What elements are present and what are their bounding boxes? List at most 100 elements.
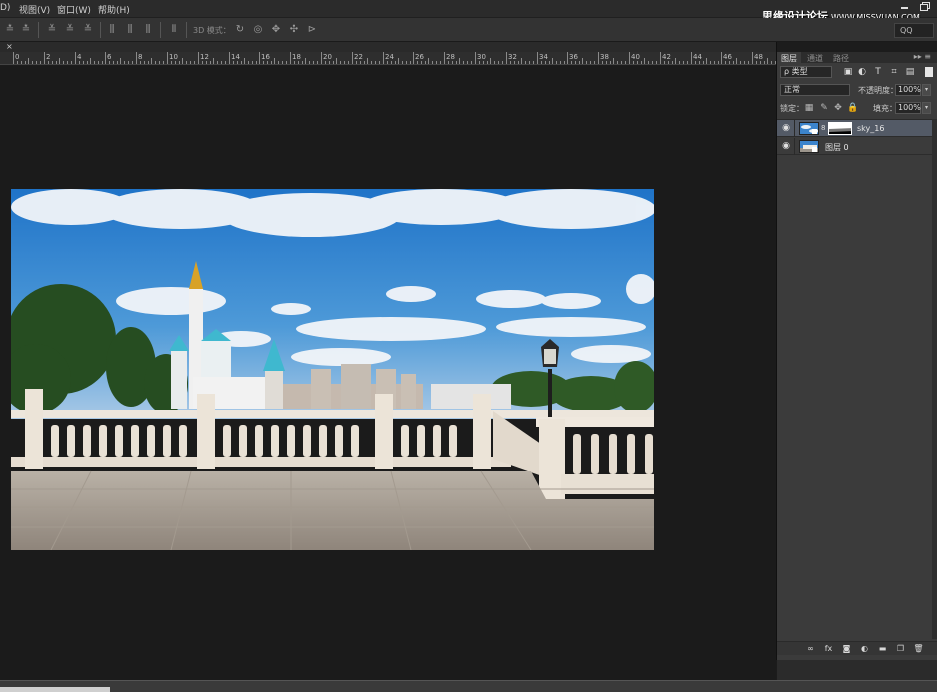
fx-icon[interactable]: fx [823,644,834,654]
ruler-minor-tick [213,58,214,64]
canvas-area[interactable] [0,66,776,680]
lock-move-icon[interactable]: ✥ [833,103,843,113]
layer-separator [794,138,795,155]
tab-layers[interactable]: 图层 [777,52,801,63]
qq-field[interactable]: QQ [894,23,934,38]
ruler-tick [752,52,753,64]
ruler-minor-tick [613,58,614,64]
filter-type-select[interactable]: ρ 类型 [780,66,832,78]
3d-drag-icon[interactable]: ✥ [270,24,282,36]
add-mask-icon[interactable]: ◙ [841,644,852,654]
menu-item-window[interactable]: 窗口(W) [57,3,91,16]
blend-mode-select[interactable]: 正常 [780,84,850,96]
ruler-minor-tick [502,61,503,64]
eye-icon[interactable]: ◉ [781,142,791,151]
folder-icon[interactable]: ▬ [877,644,888,654]
layer-row-layer0[interactable]: ◉ 图层 0 [777,138,932,155]
ruler-minor-tick [40,61,41,64]
ruler-tick [413,52,414,64]
tab-channels[interactable]: 通道 [803,52,827,63]
3d-mode-label: 3D 模式： [193,26,231,35]
opacity-dropdown-icon[interactable]: ▾ [922,84,931,96]
distribute-vcenter-icon[interactable]: ≚ [64,24,76,36]
ruler-tick [75,52,76,64]
link-layers-icon[interactable]: ∞ [805,644,816,654]
opacity-input[interactable]: 100% [895,84,921,96]
3d-slide-icon[interactable]: ✣ [288,24,300,36]
ruler-minor-tick [767,58,768,64]
type-filter-icon[interactable]: T [873,67,883,77]
panel-menu-icon[interactable]: ▸▸ ≡ [914,52,931,61]
eye-icon[interactable]: ◉ [781,124,791,133]
ruler-minor-tick [706,58,707,64]
menu-item-view[interactable]: 视图(V) [19,3,50,16]
restore-icon[interactable] [918,1,932,11]
ruler-label: 22 [354,53,363,61]
close-icon[interactable]: × [6,42,13,51]
ruler-minor-tick [552,58,553,64]
new-layer-icon[interactable]: ❐ [895,644,906,654]
ruler-minor-tick [120,58,121,64]
ruler-minor-tick [274,58,275,64]
3d-rotate-icon[interactable]: ↻ [234,24,246,36]
menu-item-help[interactable]: 帮助(H) [98,3,130,16]
ruler-minor-tick [159,61,160,64]
tab-paths[interactable]: 路径 [829,52,853,63]
ruler-minor-tick [541,61,542,64]
fill-dropdown-icon[interactable]: ▾ [922,102,931,114]
ruler-minor-tick [594,61,595,64]
ruler-minor-tick [771,61,772,64]
ruler-minor-tick [48,61,49,64]
3d-roll-icon[interactable]: ◎ [252,24,264,36]
ruler-tick [259,52,260,64]
ruler-label: 36 [569,53,578,61]
layer-row-sky[interactable]: ◉ 8 sky_16 [777,120,932,137]
link-icon[interactable]: 8 [821,123,826,133]
lock-all-icon[interactable]: 🔒 [847,103,858,113]
ruler-minor-tick [371,61,372,64]
distribute-left-icon[interactable]: ⫼ [106,24,118,36]
ruler-minor-tick [679,61,680,64]
ruler-label: 14 [231,53,240,61]
image-filter-icon[interactable]: ▣ [843,67,853,77]
shape-filter-icon[interactable]: ⌗ [889,67,899,77]
ruler-label: 0 [15,53,20,61]
panel-tab-bar: 图层 通道 路径 ▸▸ ≡ [777,52,937,63]
fill-label: 填充： [873,104,897,113]
panel-scrollbar[interactable] [932,119,937,639]
ruler-minor-tick [113,61,114,64]
menu-item-image[interactable]: D) [0,3,10,13]
ruler-minor-tick [83,61,84,64]
distribute-hcenter-icon[interactable]: ⫼ [124,24,136,36]
ruler-minor-tick [278,61,279,64]
distribute-top-icon[interactable]: ≚ [46,24,58,36]
options-separator [186,22,187,38]
align-top-icon[interactable]: ≛ [4,24,16,36]
lock-transparent-icon[interactable]: ▦ [804,103,814,113]
ruler-minor-tick [17,61,18,64]
ruler-minor-tick [210,61,211,64]
smart-object-filter-icon[interactable]: ▤ [905,67,915,77]
align-vcenter-icon[interactable]: ≛ [20,24,32,36]
adjustment-filter-icon[interactable]: ◐ [857,67,867,77]
trash-icon[interactable]: 🗑 [913,644,924,654]
lock-brush-icon[interactable]: ✎ [819,103,829,113]
status-bar [0,680,937,692]
fill-input[interactable]: 100% [895,102,921,114]
distribute-bottom-icon[interactable]: ≚ [82,24,94,36]
adjustment-layer-icon[interactable]: ◐ [859,644,870,654]
ruler-label: 16 [261,53,270,61]
ruler-minor-tick [452,61,453,64]
ruler-minor-tick [344,61,345,64]
distribute-right-icon[interactable]: ⫼ [142,24,154,36]
ruler-minor-tick [294,61,295,64]
ruler-minor-tick [36,61,37,64]
filter-toggle-icon[interactable] [925,67,933,77]
3d-camera-icon[interactable]: ⊳ [306,24,318,36]
ruler-minor-tick [440,61,441,64]
auto-align-icon[interactable]: ⫴ [168,24,180,36]
mask-thumbnail[interactable] [828,122,852,135]
ruler-minor-tick [148,61,149,64]
ruler-minor-tick [124,61,125,64]
ruler-minor-tick [340,61,341,64]
